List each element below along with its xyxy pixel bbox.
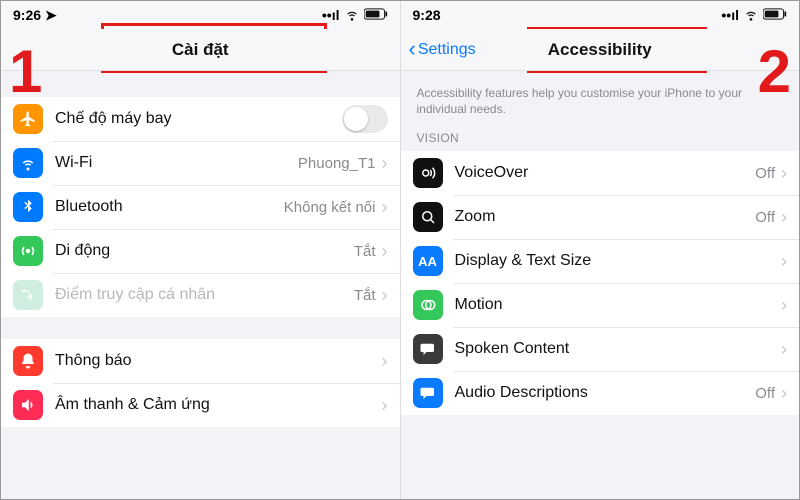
row-audio-descriptions[interactable]: Audio Descriptions Off › [401,371,800,415]
airplane-toggle[interactable] [342,105,388,133]
chevron-right-icon: › [382,352,388,370]
status-time: 9:28 [413,7,441,23]
cellular-value: Tắt [354,243,376,260]
hotspot-icon [13,280,43,310]
display-text-icon: AA [413,246,443,276]
voiceover-icon [413,158,443,188]
audio-descriptions-icon [413,378,443,408]
sounds-icon [13,390,43,420]
phone-accessibility: 2 9:28 ••ıl ‹ Settings Accessibility [401,1,800,499]
row-display-text-size[interactable]: AA Display & Text Size › [401,239,800,283]
header: ‹ Settings Accessibility [401,29,800,71]
settings-group-notifications: Thông báo › Âm thanh & Cảm ứng › [1,339,400,427]
wifi-label: Wi-Fi [55,154,298,172]
row-spoken-content[interactable]: Spoken Content › [401,327,800,371]
audio-descriptions-value: Off [755,385,775,402]
row-voiceover[interactable]: VoiceOver Off › [401,151,800,195]
wifi-value: Phuong_T1 [298,155,376,172]
zoom-value: Off [755,209,775,226]
chevron-right-icon: › [382,396,388,414]
chevron-right-icon: › [781,340,787,358]
row-notifications[interactable]: Thông báo › [1,339,400,383]
back-label: Settings [418,41,476,59]
row-sounds[interactable]: Âm thanh & Cảm ứng › [1,383,400,427]
zoom-label: Zoom [455,208,756,226]
spoken-content-label: Spoken Content [455,340,782,358]
chevron-right-icon: › [382,154,388,172]
row-bluetooth[interactable]: Bluetooth Không kết nối › [1,185,400,229]
display-text-label: Display & Text Size [455,252,782,270]
row-wifi[interactable]: Wi-Fi Phuong_T1 › [1,141,400,185]
signal-icon: ••ıl [322,7,340,23]
spoken-content-icon [413,334,443,364]
hotspot-value: Tắt [354,287,376,304]
row-hotspot[interactable]: Điểm truy cập cá nhân Tắt › [1,273,400,317]
row-cellular[interactable]: Di động Tắt › [1,229,400,273]
page-title: Accessibility [548,40,652,60]
chevron-right-icon: › [781,384,787,402]
status-time: 9:26 [13,7,41,23]
signal-icon: ••ıl [721,7,739,23]
chevron-left-icon: ‹ [409,38,416,60]
bluetooth-label: Bluetooth [55,198,284,216]
zoom-icon [413,202,443,232]
wifi-icon [13,148,43,178]
page-title: Cài đặt [172,40,229,60]
tutorial-side-by-side: 1 9:26 ➤ ••ıl Cài đặt [0,0,800,500]
row-airplane-mode[interactable]: Chế độ máy bay [1,97,400,141]
status-bar: 9:28 ••ıl [401,1,800,29]
motion-icon [413,290,443,320]
header: Cài đặt [1,29,400,71]
voiceover-label: VoiceOver [455,164,756,182]
bluetooth-value: Không kết nối [284,199,376,216]
section-header-vision: VISION [401,125,800,151]
wifi-status-icon [344,6,360,25]
chevron-right-icon: › [382,242,388,260]
chevron-right-icon: › [781,252,787,270]
chevron-right-icon: › [781,164,787,182]
chevron-right-icon: › [781,208,787,226]
bluetooth-icon [13,192,43,222]
step-number-2: 2 [758,37,791,106]
settings-group-connectivity: Chế độ máy bay Wi-Fi Phuong_T1 › Bluetoo… [1,97,400,317]
row-motion[interactable]: Motion › [401,283,800,327]
airplane-icon [13,104,43,134]
audio-descriptions-label: Audio Descriptions [455,384,756,402]
chevron-right-icon: › [781,296,787,314]
notifications-icon [13,346,43,376]
phone-settings: 1 9:26 ➤ ••ıl Cài đặt [1,1,401,499]
cellular-icon [13,236,43,266]
accessibility-description: Accessibility features help you customis… [401,71,800,125]
back-button[interactable]: ‹ Settings [409,40,476,60]
battery-icon [763,7,787,23]
motion-label: Motion [455,296,782,314]
wifi-status-icon [743,6,759,25]
cellular-label: Di động [55,242,354,260]
step-number-1: 1 [9,37,42,106]
battery-icon [364,7,388,23]
notifications-label: Thông báo [55,352,382,370]
row-zoom[interactable]: Zoom Off › [401,195,800,239]
hotspot-label: Điểm truy cập cá nhân [55,286,354,304]
chevron-right-icon: › [382,286,388,304]
voiceover-value: Off [755,165,775,182]
sounds-label: Âm thanh & Cảm ứng [55,396,382,414]
airplane-label: Chế độ máy bay [55,110,342,128]
chevron-right-icon: › [382,198,388,216]
location-icon: ➤ [45,7,57,24]
vision-group: VoiceOver Off › Zoom Off › AA Display & … [401,151,800,415]
